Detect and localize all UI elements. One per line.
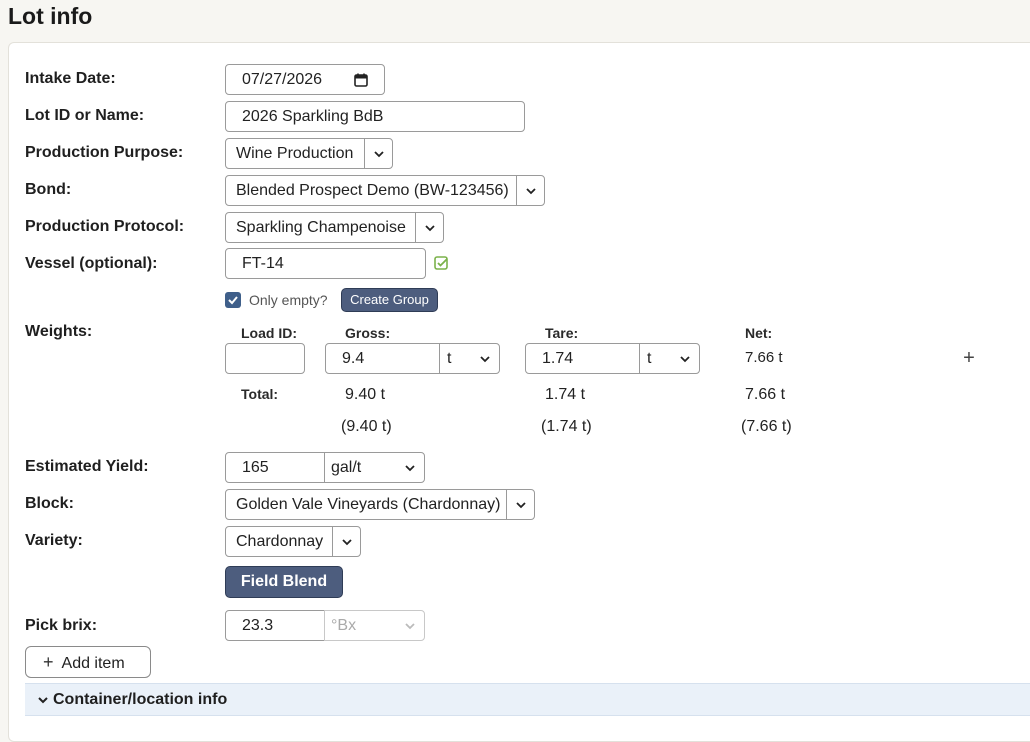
intake-date-value: 07/27/2026 — [242, 71, 323, 88]
chevron-down-icon — [396, 611, 424, 640]
tare-value: 1.74 — [542, 350, 574, 367]
variety-select[interactable]: Chardonnay — [225, 526, 361, 557]
chevron-down-icon — [516, 176, 544, 205]
total-net: 7.66 t — [745, 386, 786, 403]
vessel-value: FT-14 — [242, 255, 284, 272]
chevron-down-icon — [38, 697, 48, 704]
chevron-down-icon — [671, 344, 699, 373]
load-id-input[interactable] — [225, 343, 305, 374]
variety-label: Variety: — [25, 532, 83, 549]
vessel-label: Vessel (optional): — [25, 255, 158, 272]
chevron-down-icon — [332, 527, 360, 556]
chevron-down-icon — [364, 139, 392, 168]
chevron-down-icon — [471, 344, 499, 373]
gross-input[interactable]: 9.4 — [325, 343, 440, 374]
brix-unit-select: °Bx — [324, 610, 425, 641]
tare-header: Tare: — [545, 325, 579, 341]
pick-brix-input[interactable]: 23.3 — [225, 610, 325, 641]
lot-id-value: 2026 Sparkling BdB — [242, 108, 384, 125]
chevron-down-icon — [415, 213, 443, 242]
add-item-label: Add item — [61, 655, 125, 672]
net-header: Net: — [745, 325, 773, 341]
total-tare-alt: (1.74 t) — [541, 418, 592, 435]
page-title: Lot info — [8, 3, 93, 29]
brix-unit-value: °Bx — [331, 617, 357, 634]
lot-id-label: Lot ID or Name: — [25, 107, 145, 124]
tare-unit-value: t — [647, 350, 652, 367]
yield-unit-select[interactable]: gal/t — [324, 452, 425, 483]
gross-unit-value: t — [447, 350, 452, 367]
create-group-button[interactable]: Create Group — [341, 288, 438, 312]
checkmark-icon — [228, 296, 238, 305]
block-select[interactable]: Golden Vale Vineyards (Chardonnay) — [225, 489, 535, 520]
net-value: 7.66 t — [745, 349, 783, 366]
yield-unit-value: gal/t — [331, 459, 362, 476]
chevron-down-icon — [396, 453, 424, 482]
bond-value: Blended Prospect Demo (BW-123456) — [236, 182, 509, 199]
total-tare: 1.74 t — [545, 386, 586, 403]
add-load-plus-icon[interactable]: + — [960, 348, 978, 368]
field-blend-button[interactable]: Field Blend — [225, 566, 343, 598]
production-purpose-label: Production Purpose: — [25, 144, 184, 161]
bond-select[interactable]: Blended Prospect Demo (BW-123456) — [225, 175, 545, 206]
production-protocol-value: Sparkling Champenoise — [236, 219, 406, 236]
production-purpose-value: Wine Production — [236, 145, 354, 162]
valid-check-icon — [434, 256, 448, 270]
estimated-yield-label: Estimated Yield: — [25, 458, 149, 475]
load-id-header: Load ID: — [241, 325, 297, 341]
tare-input[interactable]: 1.74 — [525, 343, 640, 374]
pick-brix-label: Pick brix: — [25, 617, 98, 634]
weights-label: Weights: — [25, 323, 93, 340]
total-net-alt: (7.66 t) — [741, 418, 792, 435]
total-label: Total: — [241, 386, 279, 402]
intake-date-input[interactable]: 07/27/2026 — [225, 64, 385, 95]
block-label: Block: — [25, 495, 74, 512]
tare-unit-select[interactable]: t — [639, 343, 700, 374]
chevron-down-icon — [506, 490, 534, 519]
container-location-title: Container/location info — [53, 691, 228, 708]
production-purpose-select[interactable]: Wine Production — [225, 138, 393, 169]
lot-id-input[interactable]: 2026 Sparkling BdB — [225, 101, 525, 132]
gross-value: 9.4 — [342, 350, 365, 367]
container-location-section-toggle[interactable]: Container/location info — [25, 683, 1030, 716]
plus-icon: + — [43, 652, 54, 672]
only-empty-checkbox[interactable] — [225, 292, 241, 308]
total-gross: 9.40 t — [345, 386, 386, 403]
add-item-button[interactable]: + Add item — [25, 646, 151, 678]
gross-header: Gross: — [345, 325, 391, 341]
estimated-yield-value: 165 — [242, 459, 269, 476]
production-protocol-select[interactable]: Sparkling Champenoise — [225, 212, 444, 243]
vessel-input[interactable]: FT-14 — [225, 248, 426, 279]
total-gross-alt: (9.40 t) — [341, 418, 392, 435]
variety-value: Chardonnay — [236, 533, 324, 550]
calendar-icon[interactable] — [354, 73, 368, 87]
bond-label: Bond: — [25, 181, 72, 198]
pick-brix-value: 23.3 — [242, 617, 274, 634]
gross-unit-select[interactable]: t — [439, 343, 500, 374]
only-empty-label: Only empty? — [249, 292, 328, 308]
production-protocol-label: Production Protocol: — [25, 218, 185, 235]
intake-date-label: Intake Date: — [25, 70, 116, 87]
estimated-yield-input[interactable]: 165 — [225, 452, 325, 483]
block-value: Golden Vale Vineyards (Chardonnay) — [236, 496, 501, 513]
